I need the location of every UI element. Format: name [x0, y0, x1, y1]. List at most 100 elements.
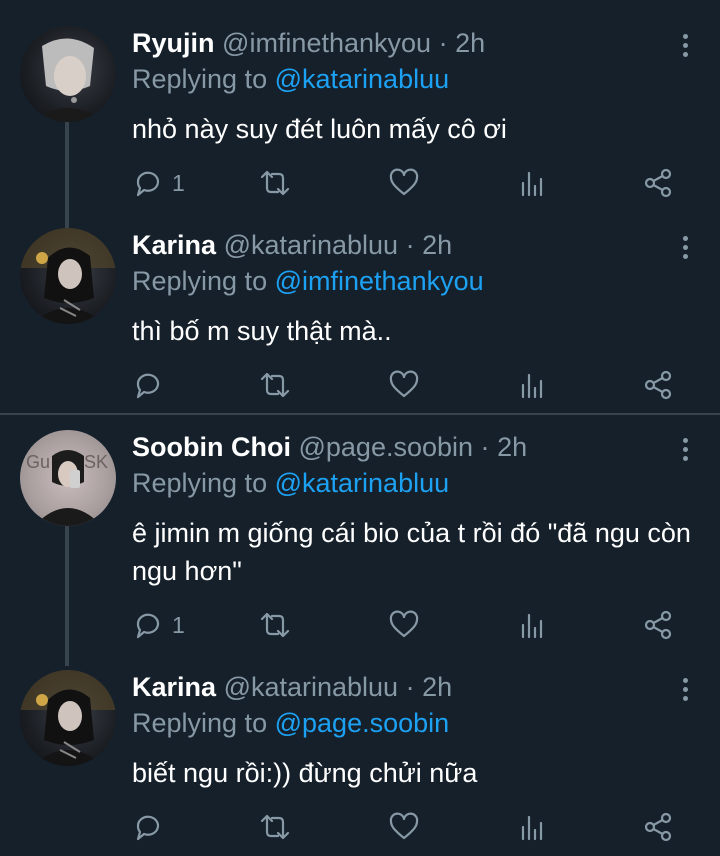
reply-button[interactable]: 1 — [132, 608, 185, 642]
avatar-image — [30, 38, 106, 122]
replying-to-label: Replying to — [132, 266, 268, 296]
tweet-header: Soobin Choi @page.soobin · 2h — [132, 432, 527, 463]
tweet-text: nhỏ này suy đét luôn mấy cô ơi — [132, 114, 507, 144]
separator-dot: · — [405, 672, 415, 702]
replying-to-label: Replying to — [132, 708, 268, 738]
retweet-button[interactable] — [258, 608, 292, 642]
avatar-image: Gu SK — [26, 450, 108, 526]
avatar[interactable]: Gu SK — [20, 430, 116, 526]
mention-link[interactable]: @katarinabluu — [275, 468, 450, 498]
display-name[interactable]: Soobin Choi — [132, 432, 291, 462]
share-button[interactable] — [642, 166, 674, 200]
like-icon — [389, 812, 419, 840]
retweet-icon — [260, 372, 290, 398]
share-icon — [644, 610, 672, 640]
action-bar: 1 — [132, 166, 692, 200]
like-button[interactable] — [388, 810, 420, 844]
tweet[interactable]: Karina @katarinabluu · 2h Replying to @p… — [0, 644, 720, 856]
retweet-icon — [260, 612, 290, 638]
retweet-button[interactable] — [258, 810, 292, 844]
mention-link[interactable]: @imfinethankyou — [275, 266, 484, 296]
user-handle[interactable]: @katarinabluu — [224, 230, 399, 260]
like-icon — [389, 370, 419, 398]
analytics-icon — [521, 815, 543, 841]
mention-link[interactable]: @katarinabluu — [275, 64, 450, 94]
reply-button[interactable]: 1 — [132, 166, 185, 200]
reply-thread: Ryujin @imfinethankyou · 2h Replying to … — [0, 0, 720, 856]
avatar-image — [20, 228, 116, 324]
reply-icon — [136, 373, 160, 399]
timestamp[interactable]: 2h — [455, 28, 485, 58]
analytics-button[interactable] — [518, 810, 548, 844]
tweet-header: Karina @katarinabluu · 2h — [132, 672, 452, 703]
share-icon — [644, 812, 672, 842]
replying-to: Replying to @imfinethankyou — [132, 266, 484, 297]
user-handle[interactable]: @imfinethankyou — [222, 28, 431, 58]
retweet-icon — [260, 814, 290, 840]
share-button[interactable] — [642, 608, 674, 642]
action-bar — [132, 368, 692, 402]
reply-icon — [136, 613, 160, 639]
action-bar: 1 — [132, 608, 692, 642]
analytics-icon — [521, 373, 543, 399]
like-icon — [389, 610, 419, 638]
mention-link[interactable]: @page.soobin — [275, 708, 450, 738]
like-icon — [389, 168, 419, 196]
avatar[interactable] — [20, 228, 116, 324]
tweet-header: Ryujin @imfinethankyou · 2h — [132, 28, 485, 59]
replying-to-label: Replying to — [132, 468, 268, 498]
tweet-text: biết ngu rồi:)) đừng chửi nữa — [132, 758, 478, 788]
share-button[interactable] — [642, 810, 674, 844]
reply-icon — [136, 171, 160, 197]
user-handle[interactable]: @page.soobin — [298, 432, 473, 462]
timestamp[interactable]: 2h — [422, 672, 452, 702]
separator-dot: · — [480, 432, 490, 462]
analytics-button[interactable] — [518, 166, 548, 200]
svg-text:SK: SK — [84, 452, 108, 472]
timestamp[interactable]: 2h — [497, 432, 527, 462]
analytics-button[interactable] — [518, 368, 548, 402]
more-icon[interactable] — [680, 236, 690, 264]
tweet-text: ê jimin m giống cái bio của t rồi đó "đã… — [132, 518, 691, 586]
svg-text:Gu: Gu — [26, 452, 50, 472]
reply-count: 1 — [172, 611, 185, 638]
reply-count: 1 — [172, 169, 185, 196]
share-button[interactable] — [642, 368, 674, 402]
timestamp[interactable]: 2h — [422, 230, 452, 260]
tweet[interactable]: Gu SK Soobin Choi @page.soobin · 2h Repl… — [0, 404, 720, 654]
like-button[interactable] — [388, 608, 420, 642]
replying-to: Replying to @katarinabluu — [132, 64, 449, 95]
avatar[interactable] — [20, 26, 116, 122]
more-icon[interactable] — [680, 34, 690, 62]
like-button[interactable] — [388, 166, 420, 200]
reply-button[interactable] — [132, 810, 172, 844]
share-icon — [644, 370, 672, 400]
retweet-button[interactable] — [258, 368, 292, 402]
avatar[interactable] — [20, 670, 116, 766]
tweet-text: thì bố m suy thật mà.. — [132, 316, 392, 346]
more-icon[interactable] — [680, 438, 690, 466]
more-icon[interactable] — [680, 678, 690, 706]
analytics-button[interactable] — [518, 608, 548, 642]
replying-to-label: Replying to — [132, 64, 268, 94]
action-bar — [132, 810, 692, 844]
retweet-icon — [260, 170, 290, 196]
tweet[interactable]: Ryujin @imfinethankyou · 2h Replying to … — [0, 0, 720, 210]
like-button[interactable] — [388, 368, 420, 402]
replying-to: Replying to @page.soobin — [132, 708, 449, 739]
user-handle[interactable]: @katarinabluu — [224, 672, 399, 702]
tweet[interactable]: Karina @katarinabluu · 2h Replying to @i… — [0, 202, 720, 412]
reply-icon — [136, 815, 160, 841]
display-name[interactable]: Karina — [132, 672, 216, 702]
avatar-image — [20, 670, 116, 766]
share-icon — [644, 168, 672, 198]
reply-button[interactable] — [132, 368, 172, 402]
separator-dot: · — [405, 230, 415, 260]
analytics-icon — [521, 171, 543, 197]
tweet-header: Karina @katarinabluu · 2h — [132, 230, 452, 261]
retweet-button[interactable] — [258, 166, 292, 200]
analytics-icon — [521, 613, 543, 639]
separator-dot: · — [438, 28, 448, 58]
display-name[interactable]: Karina — [132, 230, 216, 260]
display-name[interactable]: Ryujin — [132, 28, 215, 58]
